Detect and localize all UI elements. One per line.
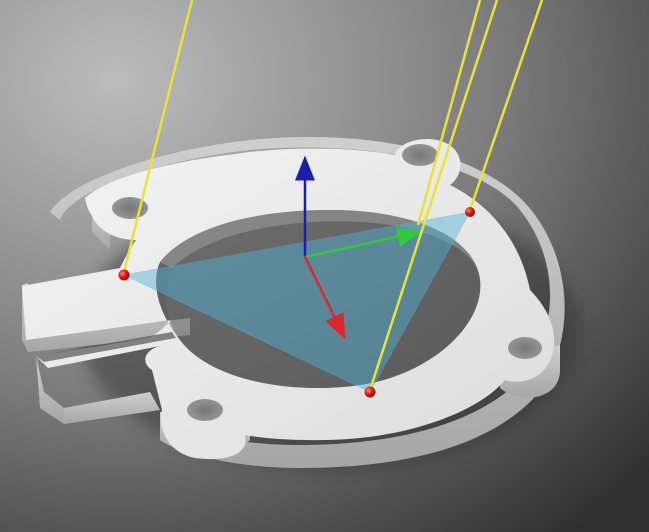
mounting-hole [508,337,542,359]
mounting-hole [187,399,223,421]
scene-canvas [0,0,649,532]
contact-point [465,207,475,217]
contact-point [364,386,376,398]
mounting-hole [402,144,438,166]
contact-point [118,269,130,281]
